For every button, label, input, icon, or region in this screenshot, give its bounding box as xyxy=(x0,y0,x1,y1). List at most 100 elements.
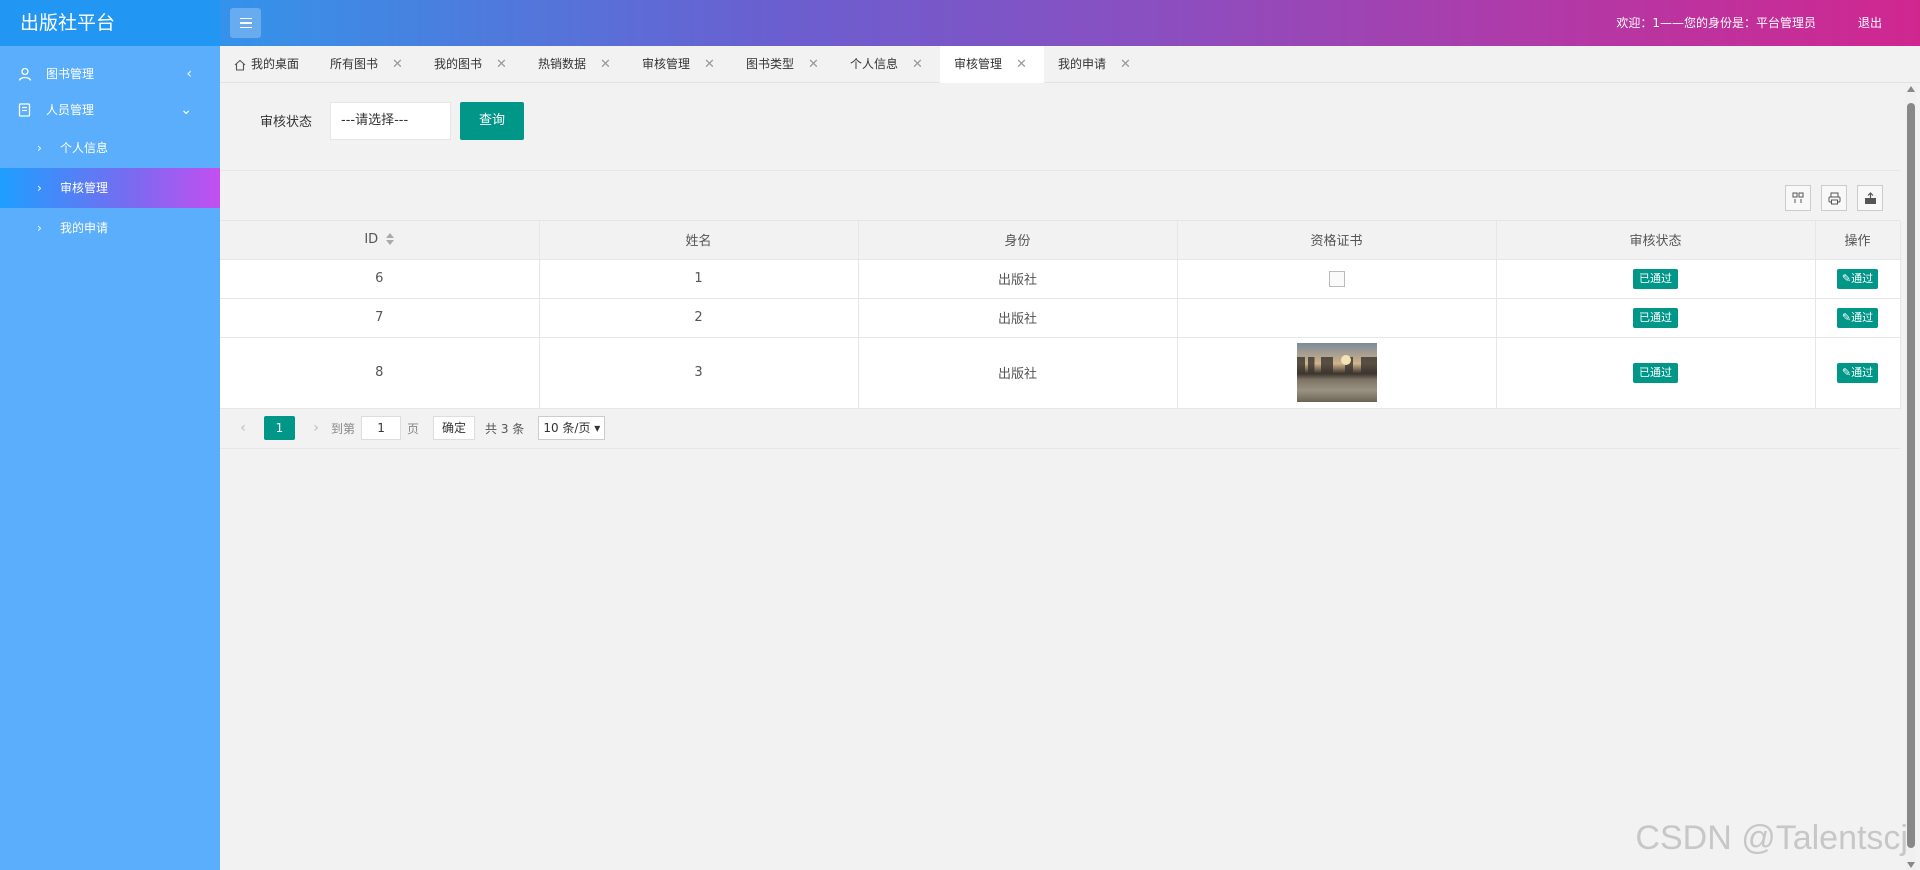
tab-my-desktop[interactable]: 我的桌面 xyxy=(220,46,316,83)
sidebar-item-personal-info[interactable]: › 个人信息 xyxy=(0,128,220,168)
status-badge[interactable]: 已通过 xyxy=(1633,268,1678,289)
cell-role: 出版社 xyxy=(858,259,1178,299)
cell-status: 已通过 xyxy=(1496,337,1816,409)
print-button[interactable] xyxy=(1821,185,1847,211)
sidebar-item-label: 审核管理 xyxy=(60,181,109,195)
hamburger-menu-icon[interactable] xyxy=(230,8,261,38)
column-header-actions: 操作 xyxy=(1815,221,1901,260)
vertical-scrollbar[interactable] xyxy=(1905,86,1916,870)
broken-image-icon[interactable] xyxy=(1328,270,1345,287)
sidebar: 图书管理 ‹ 人员管理 ⌄ › 个人信息 › 审核管理 › 我的申请 xyxy=(0,46,220,870)
total-count: 共 3 条 xyxy=(485,421,525,436)
goto-confirm-button[interactable]: 确定 xyxy=(433,416,476,440)
column-header-review-status: 审核状态 xyxy=(1496,221,1816,260)
review-table: ID 姓名 身份 资格证书 审核状态 操作 6 1 出版社 已通过 ✎通过 7 … xyxy=(220,221,1901,409)
approve-button[interactable]: ✎通过 xyxy=(1836,268,1879,289)
sidebar-group-book-management[interactable]: 图书管理 ‹ xyxy=(0,56,220,92)
scroll-down-icon[interactable] xyxy=(1907,862,1915,868)
tab-label: 我的桌面 xyxy=(251,57,300,71)
tab-book-types[interactable]: 图书类型 ✕ xyxy=(732,46,836,83)
tab-label: 个人信息 xyxy=(850,57,899,71)
brand-title: 出版社平台 xyxy=(0,0,220,46)
tab-label: 图书类型 xyxy=(746,57,795,71)
chevron-down-icon: ⌄ xyxy=(180,102,192,118)
tab-label: 我的图书 xyxy=(434,57,483,71)
table-toolbar xyxy=(220,172,1900,221)
certificate-photo[interactable] xyxy=(1296,343,1377,402)
sidebar-item-label: 个人信息 xyxy=(60,141,109,155)
watermark: CSDN @Talentscj xyxy=(1635,819,1908,857)
approve-button[interactable]: ✎通过 xyxy=(1836,362,1879,383)
sidebar-item-review-management[interactable]: › 审核管理 xyxy=(0,168,220,208)
cell-certificate xyxy=(1177,337,1497,409)
logout-link[interactable]: 退出 xyxy=(1858,0,1882,46)
page-unit-label: 页 xyxy=(407,421,420,436)
chevron-left-icon: ‹ xyxy=(186,66,192,82)
sidebar-group-staff-management[interactable]: 人员管理 ⌄ xyxy=(0,92,220,128)
sidebar-item-my-application[interactable]: › 我的申请 xyxy=(0,208,220,248)
status-badge[interactable]: 已通过 xyxy=(1633,362,1678,383)
tab-bar: 我的桌面 所有图书 ✕ 我的图书 ✕ 热销数据 ✕ 审核管理 ✕ 图书类型 ✕ … xyxy=(220,46,1920,83)
chevron-right-icon: › xyxy=(37,181,42,195)
sidebar-item-label: 我的申请 xyxy=(60,221,109,235)
chevron-right-icon: › xyxy=(37,141,42,155)
cell-name: 1 xyxy=(539,259,859,299)
goto-label: 到第 xyxy=(331,421,356,436)
sort-icon[interactable] xyxy=(386,232,395,245)
grid-columns-icon xyxy=(1792,192,1804,203)
scroll-up-icon[interactable] xyxy=(1907,86,1915,92)
tab-review-management[interactable]: 审核管理 ✕ xyxy=(628,46,732,83)
sidebar-group-label: 人员管理 xyxy=(46,103,95,117)
status-badge[interactable]: 已通过 xyxy=(1633,307,1678,328)
cell-actions: ✎通过 xyxy=(1815,259,1901,299)
data-table-container: ID 姓名 身份 资格证书 审核状态 操作 6 1 出版社 已通过 ✎通过 7 … xyxy=(220,172,1901,450)
column-header-certificate: 资格证书 xyxy=(1177,221,1497,260)
scroll-thumb[interactable] xyxy=(1907,103,1915,848)
tab-label: 审核管理 xyxy=(642,57,691,71)
columns-filter-button[interactable] xyxy=(1785,185,1811,211)
query-button[interactable]: 查询 xyxy=(460,102,524,140)
tab-label: 我的申请 xyxy=(1058,57,1107,71)
close-icon[interactable]: ✕ xyxy=(704,46,715,83)
tab-label: 审核管理 xyxy=(954,57,1003,71)
export-button[interactable] xyxy=(1857,185,1883,211)
tab-my-application[interactable]: 我的申请 ✕ xyxy=(1044,46,1148,83)
cell-role: 出版社 xyxy=(858,337,1178,409)
cell-actions: ✎通过 xyxy=(1815,337,1901,409)
cell-id: 7 xyxy=(220,298,540,338)
home-icon xyxy=(234,59,246,71)
next-page-icon[interactable]: › xyxy=(307,420,325,436)
sidebar-group-label: 图书管理 xyxy=(46,67,95,81)
tab-hot-sales[interactable]: 热销数据 ✕ xyxy=(524,46,628,83)
search-form: 审核状态 ---请选择--- 查询 xyxy=(220,83,1900,171)
approve-button[interactable]: ✎通过 xyxy=(1836,307,1879,328)
tab-my-books[interactable]: 我的图书 ✕ xyxy=(420,46,524,83)
cell-name: 3 xyxy=(539,337,859,409)
goto-page-input[interactable]: 1 xyxy=(361,416,402,440)
tab-label: 热销数据 xyxy=(538,57,587,71)
cell-certificate xyxy=(1177,259,1497,299)
prev-page-icon[interactable]: ‹ xyxy=(234,420,252,436)
close-icon[interactable]: ✕ xyxy=(912,46,923,83)
top-header: 出版社平台 欢迎：1——您的身份是：平台管理员 退出 xyxy=(0,0,1920,46)
review-status-select[interactable]: ---请选择--- xyxy=(330,102,451,140)
close-icon[interactable]: ✕ xyxy=(392,46,403,83)
column-header-name: 姓名 xyxy=(539,221,859,260)
page-number-current[interactable]: 1 xyxy=(264,416,295,440)
tab-personal-info[interactable]: 个人信息 ✕ xyxy=(836,46,940,83)
cell-id: 8 xyxy=(220,337,540,409)
page-size-select[interactable]: 10 条/页 ▾ xyxy=(538,416,606,440)
cell-status: 已通过 xyxy=(1496,259,1816,299)
close-icon[interactable]: ✕ xyxy=(1016,46,1027,83)
cell-certificate xyxy=(1177,298,1497,338)
close-icon[interactable]: ✕ xyxy=(808,46,819,83)
column-header-id[interactable]: ID xyxy=(220,221,540,260)
close-icon[interactable]: ✕ xyxy=(1120,46,1131,83)
tab-label: 所有图书 xyxy=(330,57,379,71)
close-icon[interactable]: ✕ xyxy=(600,46,611,83)
print-icon xyxy=(1828,192,1840,204)
close-icon[interactable]: ✕ xyxy=(496,46,507,83)
tab-review-management-active[interactable]: 审核管理 ✕ xyxy=(940,46,1044,83)
column-header-role: 身份 xyxy=(858,221,1178,260)
tab-all-books[interactable]: 所有图书 ✕ xyxy=(316,46,420,83)
